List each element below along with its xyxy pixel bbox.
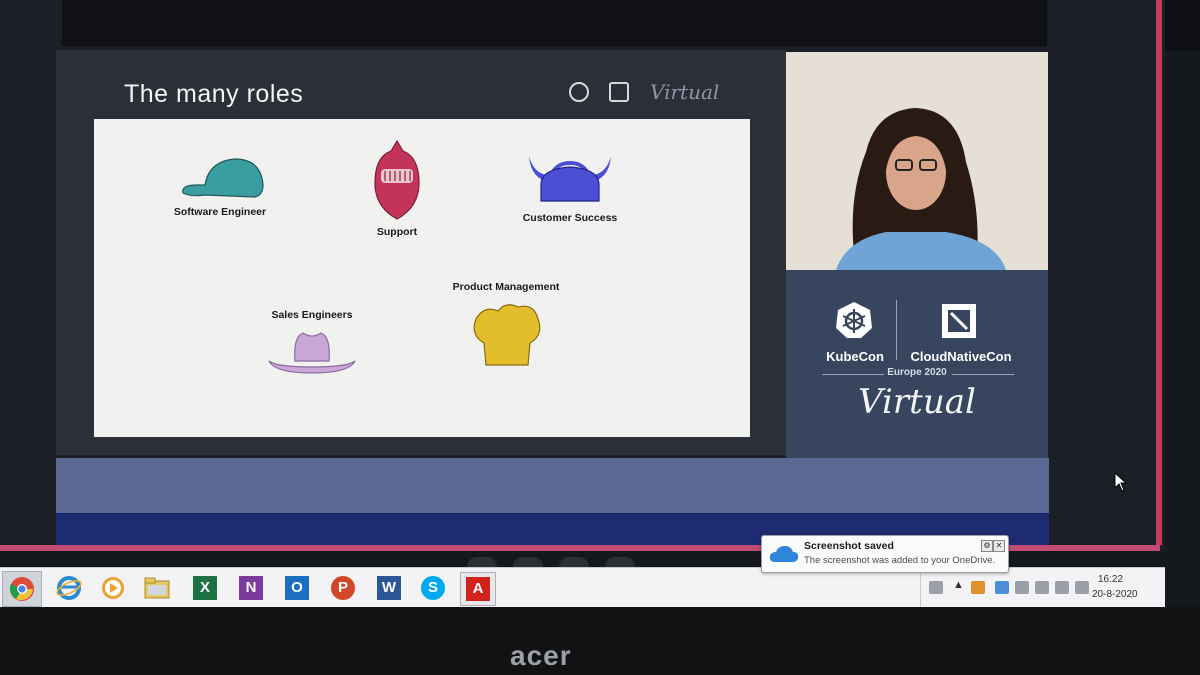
kubernetes-wheel-icon bbox=[836, 302, 872, 338]
role-label: Customer Success bbox=[522, 212, 618, 224]
clock-time[interactable]: 16:22 bbox=[1098, 574, 1123, 585]
excel-icon: X bbox=[193, 576, 217, 600]
keyboard-icon[interactable] bbox=[929, 581, 943, 594]
viking-helmet-icon bbox=[529, 157, 611, 202]
monitor-bezel-bottom bbox=[0, 607, 1200, 675]
outlook-icon: O bbox=[285, 576, 309, 600]
file-explorer-taskbar-button[interactable] bbox=[140, 572, 174, 604]
event-virtual-script: Virtual bbox=[858, 382, 976, 422]
notification-settings-icon[interactable]: ⚙ bbox=[981, 540, 993, 552]
internet-explorer-taskbar-button[interactable] bbox=[52, 572, 86, 604]
top-dark-band bbox=[62, 0, 1047, 46]
onedrive-tray-icon[interactable] bbox=[995, 581, 1009, 594]
kubecon-label: KubeCon bbox=[826, 349, 884, 364]
network-icon[interactable] bbox=[1055, 581, 1069, 594]
windows-taskbar: X N O P W S A ▲ bbox=[0, 567, 1165, 608]
powerpoint-icon: P bbox=[331, 576, 355, 600]
slide-content-panel: Software Engineer Support Customer Succe… bbox=[94, 119, 750, 437]
event-edition: Europe 2020 bbox=[887, 367, 947, 378]
slide-virtual-logo: Virtual bbox=[650, 80, 720, 104]
role-software-engineer: Software Engineer bbox=[172, 155, 268, 218]
outlook-taskbar-button[interactable]: O bbox=[280, 572, 314, 604]
close-icon[interactable]: ✕ bbox=[993, 540, 1005, 552]
role-sales-engineers: Sales Engineers bbox=[264, 309, 360, 382]
slide-title: The many roles bbox=[124, 80, 304, 108]
brand-divider bbox=[896, 300, 897, 360]
cap-icon bbox=[182, 158, 264, 198]
chrome-taskbar-button[interactable] bbox=[2, 571, 42, 607]
role-label: Sales Engineers bbox=[271, 309, 353, 321]
control-dot bbox=[559, 557, 589, 567]
control-dot bbox=[467, 557, 497, 567]
cowboy-hat-icon bbox=[268, 332, 356, 374]
role-label: Product Management bbox=[452, 281, 560, 293]
role-support: Support bbox=[362, 137, 432, 238]
onenote-taskbar-button[interactable]: N bbox=[234, 572, 268, 604]
acrobat-taskbar-button[interactable]: A bbox=[460, 572, 496, 606]
show-hidden-icons-icon[interactable]: ▲ bbox=[953, 579, 964, 591]
system-tray: ▲ bbox=[920, 569, 1166, 607]
media-player-icon bbox=[102, 577, 124, 599]
cncf-logo-icon bbox=[942, 304, 976, 338]
cncf-mini-icon bbox=[609, 82, 629, 102]
skype-taskbar-button[interactable]: S bbox=[416, 572, 450, 604]
lower-blue-strip bbox=[56, 458, 1049, 513]
app-tray-icon[interactable] bbox=[971, 581, 985, 594]
chrome-icon bbox=[10, 577, 34, 601]
media-player-taskbar-button[interactable] bbox=[96, 572, 130, 604]
control-dot bbox=[605, 557, 635, 567]
slide-logos: Virtual bbox=[565, 80, 725, 112]
cloudnativecon-label: CloudNativeCon bbox=[910, 349, 1012, 364]
control-dot bbox=[513, 557, 543, 567]
mouse-cursor-icon bbox=[1114, 472, 1128, 492]
onenote-icon: N bbox=[239, 576, 263, 600]
notification-title: Screenshot saved bbox=[804, 540, 894, 552]
excel-taskbar-button[interactable]: X bbox=[188, 572, 222, 604]
internet-explorer-icon bbox=[56, 576, 82, 600]
file-explorer-icon bbox=[144, 577, 170, 599]
skype-icon: S bbox=[421, 576, 445, 600]
speaker-webcam bbox=[786, 52, 1048, 270]
role-label: Support bbox=[376, 226, 418, 238]
acrobat-icon: A bbox=[466, 577, 490, 601]
chef-hat-icon bbox=[473, 304, 541, 366]
onedrive-cloud-icon bbox=[769, 546, 799, 562]
flag-icon[interactable] bbox=[1015, 581, 1029, 594]
speaker-avatar bbox=[786, 52, 1048, 270]
acer-logo: acer bbox=[510, 640, 572, 671]
powerpoint-taskbar-button[interactable]: P bbox=[326, 572, 360, 604]
kubecon-mini-icon bbox=[569, 82, 589, 102]
clock-date[interactable]: 20-8-2020 bbox=[1092, 589, 1138, 600]
role-customer-success: Customer Success bbox=[514, 153, 626, 224]
event-brand-panel: KubeCon CloudNativeCon Europe 2020 Virtu… bbox=[786, 270, 1048, 458]
role-product-management: Product Management bbox=[446, 281, 566, 376]
notification-body: The screenshot was added to your OneDriv… bbox=[804, 555, 996, 566]
screen-edge bbox=[1156, 0, 1162, 545]
volume-icon[interactable] bbox=[1075, 581, 1089, 594]
onedrive-notification[interactable]: Screenshot saved The screenshot was adde… bbox=[761, 535, 1009, 573]
knight-helmet-icon bbox=[374, 139, 420, 220]
power-icon[interactable] bbox=[1035, 581, 1049, 594]
word-taskbar-button[interactable]: W bbox=[372, 572, 406, 604]
role-label: Software Engineer bbox=[173, 206, 267, 218]
word-icon: W bbox=[377, 576, 401, 600]
